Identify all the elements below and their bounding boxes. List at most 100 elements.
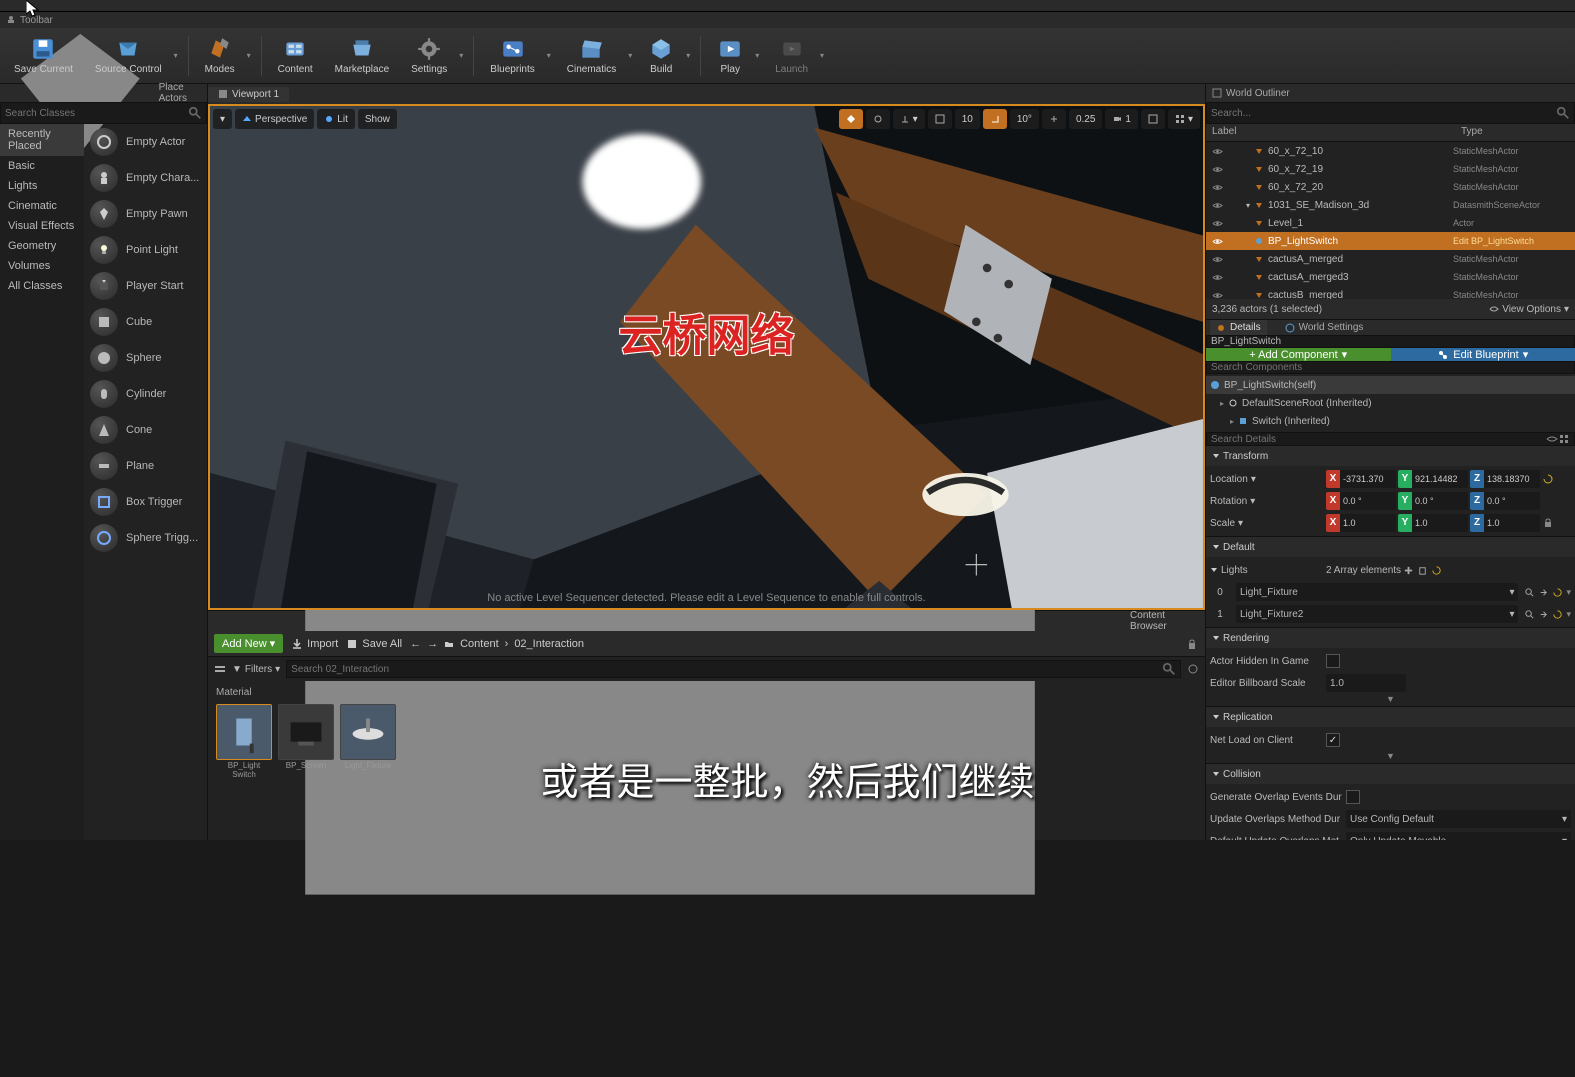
modes-button[interactable]: Modes <box>195 30 245 82</box>
breadcrumb-item[interactable]: 02_Interaction <box>514 638 584 650</box>
category-item[interactable]: Basic <box>0 156 84 176</box>
rotation-z[interactable]: Z0.0 ° <box>1470 492 1540 510</box>
grid-snap-button[interactable] <box>928 109 952 129</box>
actor-row[interactable]: Point Light <box>84 232 207 268</box>
play-button[interactable]: Play <box>707 30 753 82</box>
clear-icon[interactable] <box>1417 565 1428 576</box>
actor-row[interactable]: Cone <box>84 412 207 448</box>
asset-item[interactable]: BP_Screen <box>278 704 334 780</box>
visibility-toggle[interactable] <box>1208 146 1226 157</box>
dropdown-icon[interactable]: ▾ <box>624 30 636 82</box>
scale-snap-button[interactable] <box>1042 109 1066 129</box>
outliner-row[interactable]: BP_LightSwitchEdit BP_LightSwitch <box>1206 232 1575 250</box>
view-options-button[interactable]: View Options ▾ <box>1489 304 1569 315</box>
details-search-input[interactable] <box>1211 434 1546 445</box>
dropdown-icon[interactable]: ▾ <box>455 30 467 82</box>
location-z[interactable]: Z138.18370 <box>1470 470 1540 488</box>
cinematics-button[interactable]: Cinematics <box>557 30 626 82</box>
grid-snap-value[interactable]: 10 <box>955 109 980 129</box>
transform-mode-button[interactable] <box>839 109 863 129</box>
search-classes-input[interactable] <box>5 108 188 119</box>
outliner-row[interactable]: 60_x_72_20StaticMeshActor <box>1206 178 1575 196</box>
visibility-toggle[interactable] <box>1208 164 1226 175</box>
hidden-in-game-checkbox[interactable] <box>1326 654 1340 668</box>
use-icon[interactable] <box>1538 609 1549 620</box>
component-row[interactable]: ▸DefaultSceneRoot (Inherited) <box>1206 394 1575 412</box>
array-value[interactable]: Light_Fixture▾ <box>1236 583 1518 601</box>
content-search-input[interactable] <box>291 664 1162 675</box>
import-button[interactable]: Import <box>291 638 338 650</box>
actor-row[interactable]: Empty Chara... <box>84 160 207 196</box>
viewport[interactable]: ▾ Perspective Lit Show ▾ 10 10° 0.25 1 <box>208 104 1205 610</box>
actor-row[interactable]: Cylinder <box>84 376 207 412</box>
outliner-col-type[interactable]: Type <box>1455 124 1575 141</box>
angle-snap-button[interactable] <box>983 109 1007 129</box>
camera-speed-button[interactable]: 1 <box>1105 109 1138 129</box>
nav-back-button[interactable]: ← <box>410 638 421 650</box>
outliner-row[interactable]: 60_x_72_19StaticMeshActor <box>1206 160 1575 178</box>
show-button[interactable]: Show <box>358 109 397 129</box>
outliner-row[interactable]: cactusA_merged3StaticMeshActor <box>1206 268 1575 286</box>
angle-snap-value[interactable]: 10° <box>1010 109 1039 129</box>
viewport-menu-button[interactable]: ▾ <box>213 109 232 129</box>
lit-button[interactable]: Lit <box>317 109 355 129</box>
default-overlaps-dropdown[interactable]: Only Update Movable▾ <box>1346 832 1571 840</box>
component-search[interactable] <box>1206 361 1575 374</box>
viewport-layout-button[interactable]: ▾ <box>1168 109 1200 129</box>
rendering-header[interactable]: Rendering <box>1206 628 1575 648</box>
default-header[interactable]: Default <box>1206 537 1575 557</box>
matrix-icon[interactable] <box>1558 433 1570 445</box>
launch-button[interactable]: Launch <box>765 30 818 82</box>
settings-button[interactable]: Settings <box>401 30 457 82</box>
content-button[interactable]: Content <box>268 30 323 82</box>
outliner-row[interactable]: ▾1031_SE_Madison_3dDatasmithSceneActor <box>1206 196 1575 214</box>
nav-forward-button[interactable]: → <box>427 638 438 650</box>
scale-x[interactable]: X1.0 <box>1326 514 1396 532</box>
actor-row[interactable]: Box Trigger <box>84 484 207 520</box>
asset-item[interactable]: BP_LightSwitch <box>216 704 272 780</box>
save-all-button[interactable]: Save All <box>346 638 402 650</box>
lock-scale-icon[interactable] <box>1542 517 1554 529</box>
details-tab[interactable]: Details <box>1210 320 1267 335</box>
actor-row[interactable]: Sphere <box>84 340 207 376</box>
details-search[interactable] <box>1206 432 1575 446</box>
search-classes[interactable] <box>0 102 207 124</box>
visibility-toggle[interactable] <box>1208 254 1226 265</box>
marketplace-button[interactable]: Marketplace <box>325 30 399 82</box>
visibility-toggle[interactable] <box>1208 182 1226 193</box>
filters-button[interactable]: ▼ Filters ▾ <box>232 664 280 675</box>
outliner-row[interactable]: cactusB_mergedStaticMeshActor <box>1206 286 1575 299</box>
viewport-tab[interactable]: Viewport 1 <box>208 87 289 102</box>
array-value[interactable]: Light_Fixture2▾ <box>1236 605 1518 623</box>
blueprints-button[interactable]: Blueprints <box>480 30 544 82</box>
outliner-search-input[interactable] <box>1211 108 1556 119</box>
eye-icon[interactable] <box>1546 433 1558 445</box>
scale-z[interactable]: Z1.0 <box>1470 514 1540 532</box>
collision-header[interactable]: Collision <box>1206 764 1575 784</box>
content-search[interactable] <box>286 660 1181 678</box>
reset-icon[interactable] <box>1431 565 1442 576</box>
reset-icon[interactable] <box>1542 473 1554 485</box>
asset-item[interactable]: Light_Fixture <box>340 704 396 780</box>
billboard-scale-input[interactable]: 1.0 <box>1326 674 1406 692</box>
edit-blueprint-button[interactable]: Edit Blueprint ▾ <box>1391 348 1575 361</box>
rotation-y[interactable]: Y0.0 ° <box>1398 492 1468 510</box>
category-item[interactable]: Geometry <box>0 236 84 256</box>
browse-icon[interactable] <box>1524 587 1535 598</box>
component-row[interactable]: ▸Switch (Inherited) <box>1206 412 1575 430</box>
actor-row[interactable]: Sphere Trigg... <box>84 520 207 556</box>
actor-row[interactable]: Empty Pawn <box>84 196 207 232</box>
category-item[interactable]: Visual Effects <box>0 216 84 236</box>
source-control-button[interactable]: Source Control <box>85 30 172 82</box>
update-overlaps-dropdown[interactable]: Use Config Default▾ <box>1346 810 1571 828</box>
visibility-toggle[interactable] <box>1208 200 1226 211</box>
rotation-x[interactable]: X0.0 ° <box>1326 492 1396 510</box>
outliner-row[interactable]: cactusA_mergedStaticMeshActor <box>1206 250 1575 268</box>
category-item[interactable]: Recently Placed <box>0 124 84 156</box>
actor-name-field[interactable]: BP_LightSwitch <box>1206 335 1575 348</box>
visibility-toggle[interactable] <box>1208 236 1226 247</box>
add-icon[interactable] <box>1403 565 1414 576</box>
outliner-search[interactable] <box>1206 102 1575 124</box>
category-item[interactable]: Lights <box>0 176 84 196</box>
save-current-button[interactable]: Save Current <box>4 30 83 82</box>
